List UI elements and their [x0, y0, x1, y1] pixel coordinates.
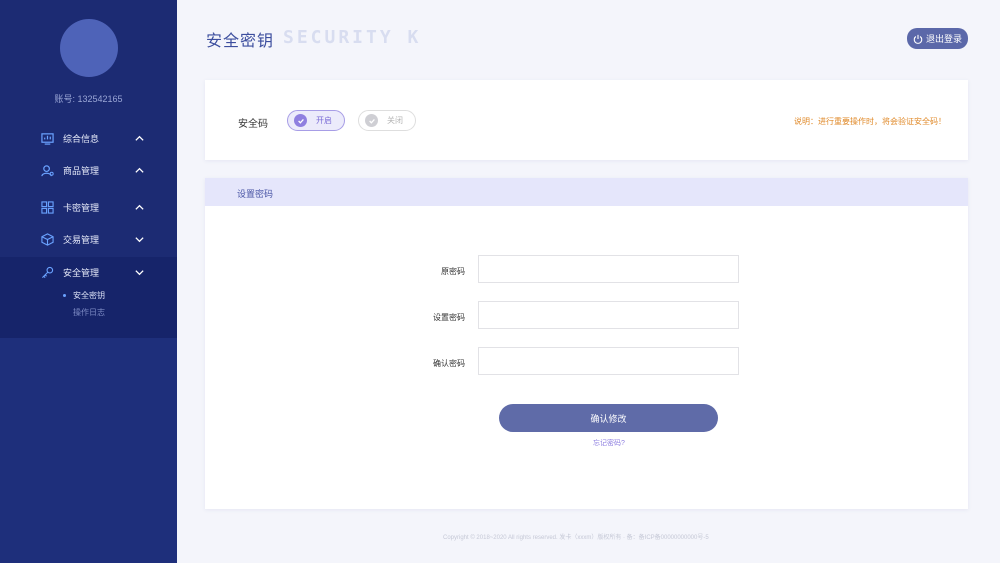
account-label: 账号: 132542165	[54, 94, 123, 104]
power-icon	[913, 34, 923, 44]
security-code-label: 安全码	[238, 119, 268, 130]
sidebar-item-cards[interactable]: 卡密管理	[0, 191, 177, 223]
footer-copyright: Copyright © 2018~2020 All rights reserve…	[443, 535, 709, 541]
page-title: 安全密钥	[206, 33, 275, 50]
sidebar: 账号: 132542165 综合信息 商品管理 卡密管理 交易管理 安全管理 安…	[0, 0, 177, 563]
security-code-card: 安全码 开启 关闭 说明：进行重要操作时，将会验证安全码！	[205, 80, 968, 160]
forgot-password-link[interactable]: 忘记密码?	[593, 438, 625, 448]
chevron-up-icon	[135, 167, 144, 173]
sidebar-subitem-label: 操作日志	[73, 308, 105, 317]
new-password-label: 设置密码	[433, 313, 465, 322]
old-password-label: 原密码	[441, 267, 465, 276]
active-dot-icon	[63, 294, 66, 297]
confirm-password-input[interactable]	[478, 347, 739, 375]
avatar[interactable]	[60, 19, 118, 77]
sidebar-item-label: 综合信息	[63, 133, 100, 144]
sidebar-item-label: 安全管理	[63, 267, 100, 278]
check-circle-icon	[365, 114, 378, 127]
key-icon	[41, 266, 54, 278]
toggle-off-label: 关闭	[387, 116, 403, 125]
grid-icon	[41, 200, 54, 214]
page-title-decoration: SECURITY K	[283, 27, 422, 48]
security-code-note: 说明：进行重要操作时，将会验证安全码！	[794, 117, 946, 126]
dashboard-icon	[41, 132, 54, 145]
password-card-header: 设置密码	[205, 178, 968, 206]
old-password-input[interactable]	[478, 255, 739, 283]
user-goods-icon	[41, 164, 54, 176]
chevron-up-icon	[135, 135, 144, 141]
confirm-change-button[interactable]: 确认修改	[499, 404, 718, 432]
chevron-down-icon	[135, 269, 144, 275]
new-password-input[interactable]	[478, 301, 739, 329]
sidebar-item-label: 卡密管理	[63, 202, 100, 213]
sidebar-item-trade[interactable]: 交易管理	[0, 223, 177, 255]
toggle-on-label: 开启	[316, 116, 332, 125]
password-card: 设置密码 原密码 设置密码 确认密码 确认修改 忘记密码?	[205, 178, 968, 509]
box-icon	[41, 232, 54, 246]
sidebar-item-goods[interactable]: 商品管理	[0, 154, 177, 186]
sidebar-item-security[interactable]: 安全管理	[0, 256, 177, 288]
security-code-off-toggle[interactable]: 关闭	[358, 110, 416, 131]
logout-button[interactable]: 退出登录	[907, 28, 968, 49]
sidebar-item-label: 商品管理	[63, 165, 100, 176]
chevron-down-icon	[135, 236, 144, 242]
check-circle-icon	[294, 114, 307, 127]
section-title: 设置密码	[237, 189, 274, 199]
sidebar-item-overview[interactable]: 综合信息	[0, 122, 177, 154]
sidebar-subitem-label: 安全密钥	[73, 291, 105, 300]
sidebar-item-label: 交易管理	[63, 234, 100, 245]
chevron-up-icon	[135, 204, 144, 210]
confirm-password-label: 确认密码	[433, 359, 465, 368]
security-code-on-toggle[interactable]: 开启	[287, 110, 345, 131]
logout-label: 退出登录	[925, 34, 962, 44]
